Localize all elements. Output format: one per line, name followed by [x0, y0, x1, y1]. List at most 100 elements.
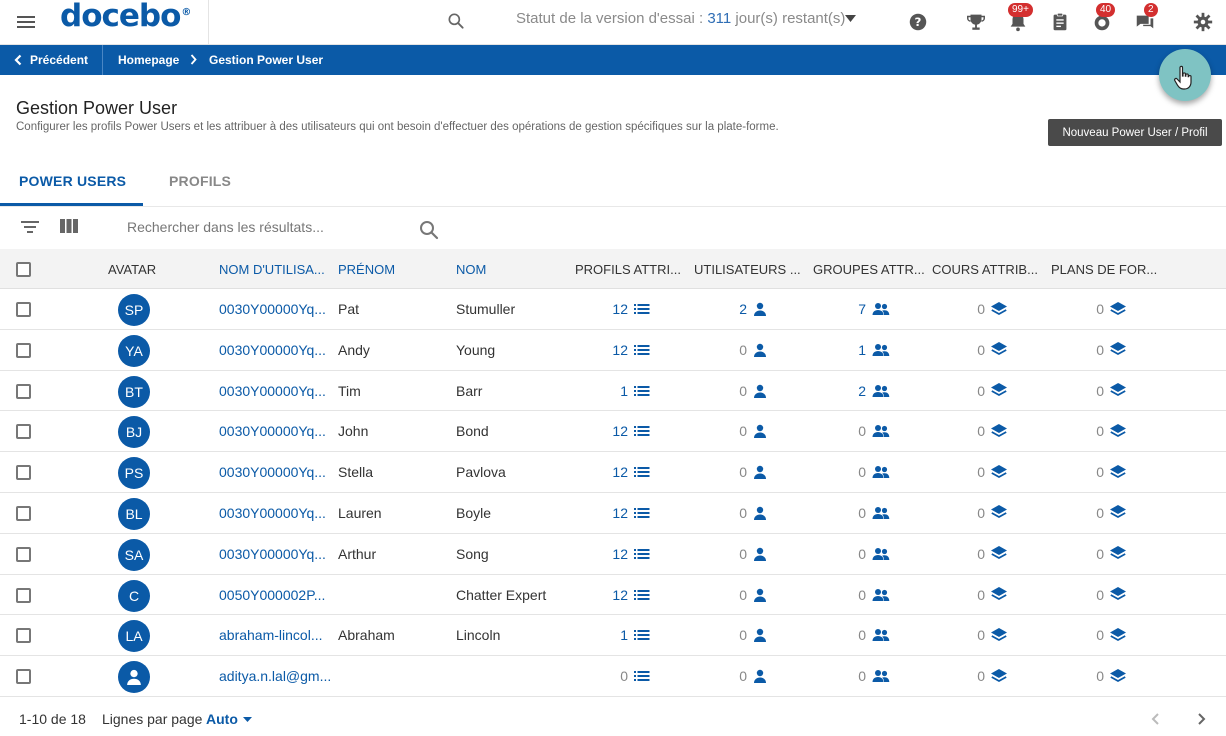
search-input[interactable]: [127, 212, 427, 242]
caret-down-icon[interactable]: [845, 15, 856, 22]
col-first-name[interactable]: PRÉNOM: [338, 262, 395, 277]
row-checkbox[interactable]: [16, 628, 31, 644]
username-link[interactable]: 0050Y000002P...: [219, 587, 325, 603]
groups-cell[interactable]: 0: [854, 587, 890, 603]
trial-status[interactable]: Statut de la version d'essai : 311 jour(…: [516, 10, 845, 27]
profiles-cell[interactable]: 1: [612, 383, 650, 399]
users-cell[interactable]: 0: [735, 627, 767, 643]
profiles-cell[interactable]: 1: [612, 627, 650, 643]
menu-icon[interactable]: [14, 10, 38, 34]
profiles-cell[interactable]: 12: [612, 464, 650, 480]
users-cell[interactable]: 0: [735, 668, 767, 684]
row-checkbox[interactable]: [16, 505, 31, 521]
groups-cell[interactable]: 0: [854, 668, 890, 684]
username-link[interactable]: 0030Y00000Yq...: [219, 505, 326, 521]
profiles-cell[interactable]: 12: [612, 546, 650, 562]
user-icon: [754, 669, 766, 684]
groups-cell[interactable]: 1: [854, 342, 890, 358]
plans-cell[interactable]: 0: [1092, 505, 1126, 521]
groups-cell[interactable]: 0: [854, 546, 890, 562]
courses-cell[interactable]: 0: [973, 464, 1007, 480]
clipboard-icon[interactable]: [1049, 11, 1071, 33]
courses-cell[interactable]: 0: [973, 423, 1007, 439]
profiles-cell[interactable]: 12: [612, 301, 650, 317]
caret-down-icon[interactable]: [243, 717, 252, 722]
profiles-cell[interactable]: 0: [612, 668, 650, 684]
plans-cell[interactable]: 0: [1092, 383, 1126, 399]
courses-cell[interactable]: 0: [973, 342, 1007, 358]
plans-cell[interactable]: 0: [1092, 627, 1126, 643]
username-link[interactable]: aditya.n.lal@gm...: [219, 668, 331, 684]
profiles-cell[interactable]: 12: [612, 505, 650, 521]
users-cell[interactable]: 2: [735, 301, 767, 317]
users-cell[interactable]: 0: [735, 587, 767, 603]
profiles-cell[interactable]: 12: [612, 587, 650, 603]
rows-per-page-select[interactable]: Auto: [206, 711, 238, 727]
profiles-cell[interactable]: 12: [612, 342, 650, 358]
tab-profils[interactable]: PROFILS: [169, 173, 231, 189]
plans-cell[interactable]: 0: [1092, 546, 1126, 562]
users-cell[interactable]: 0: [735, 383, 767, 399]
courses-cell[interactable]: 0: [973, 627, 1007, 643]
row-checkbox[interactable]: [16, 383, 31, 399]
username-link[interactable]: 0030Y00000Yq...: [219, 342, 326, 358]
users-cell[interactable]: 0: [735, 342, 767, 358]
row-checkbox[interactable]: [16, 546, 31, 562]
docebo-logo[interactable]: docebo®: [60, 0, 191, 34]
users-cell[interactable]: 0: [735, 505, 767, 521]
courses-cell[interactable]: 0: [973, 301, 1007, 317]
username-link[interactable]: 0030Y00000Yq...: [219, 383, 326, 399]
filter-icon[interactable]: [19, 218, 41, 236]
columns-icon[interactable]: [59, 218, 79, 234]
groups-cell[interactable]: 7: [854, 301, 890, 317]
courses-cell[interactable]: 0: [973, 668, 1007, 684]
groups-cell[interactable]: 0: [854, 464, 890, 480]
groups-cell[interactable]: 2: [854, 383, 890, 399]
username-link[interactable]: 0030Y00000Yq...: [219, 464, 326, 480]
row-checkbox[interactable]: [16, 302, 31, 317]
courses-cell[interactable]: 0: [973, 383, 1007, 399]
floating-action-button[interactable]: [1159, 49, 1211, 101]
username-link[interactable]: abraham-lincol...: [219, 627, 323, 643]
row-checkbox[interactable]: [16, 669, 31, 685]
plans-cell[interactable]: 0: [1092, 587, 1126, 603]
username-link[interactable]: 0030Y00000Yq...: [219, 423, 326, 439]
search-icon[interactable]: [446, 11, 466, 31]
groups-cell[interactable]: 0: [854, 505, 890, 521]
groups-cell[interactable]: 0: [854, 423, 890, 439]
new-power-user-button[interactable]: Nouveau Power User / Profil: [1048, 119, 1222, 146]
row-checkbox[interactable]: [16, 342, 31, 358]
trophy-icon[interactable]: [965, 11, 987, 33]
col-username[interactable]: NOM D'UTILISA...: [219, 262, 325, 277]
users-cell[interactable]: 0: [735, 546, 767, 562]
breadcrumb-home[interactable]: Homepage: [118, 53, 179, 67]
plans-cell[interactable]: 0: [1092, 464, 1126, 480]
tab-power-users[interactable]: POWER USERS: [19, 173, 126, 189]
previous-page-icon[interactable]: [1150, 712, 1162, 726]
users-cell[interactable]: 0: [735, 464, 767, 480]
profiles-cell[interactable]: 12: [612, 423, 650, 439]
help-icon[interactable]: ?: [907, 11, 929, 33]
courses-cell[interactable]: 0: [973, 546, 1007, 562]
back-button[interactable]: Précédent: [0, 45, 103, 75]
username-link[interactable]: 0030Y00000Yq...: [219, 546, 326, 562]
plans-cell[interactable]: 0: [1092, 342, 1126, 358]
users-cell[interactable]: 0: [735, 423, 767, 439]
groups-cell[interactable]: 0: [854, 627, 890, 643]
plans-cell[interactable]: 0: [1092, 423, 1126, 439]
plans-cell[interactable]: 0: [1092, 668, 1126, 684]
plans-cell[interactable]: 0: [1092, 301, 1126, 317]
select-all-checkbox[interactable]: [16, 262, 31, 277]
col-last-name[interactable]: NOM: [456, 262, 486, 277]
courses-cell[interactable]: 0: [973, 587, 1007, 603]
avatar-initials: BL: [125, 505, 143, 522]
next-page-icon[interactable]: [1195, 712, 1207, 726]
settings-gear-icon[interactable]: [1192, 11, 1214, 33]
row-checkbox[interactable]: [16, 424, 31, 440]
search-icon[interactable]: [419, 220, 439, 240]
username-link[interactable]: 0030Y00000Yq...: [219, 301, 326, 317]
row-checkbox[interactable]: [16, 587, 31, 603]
row-checkbox[interactable]: [16, 465, 31, 481]
courses-cell[interactable]: 0: [973, 505, 1007, 521]
layers-icon: [991, 587, 1007, 601]
